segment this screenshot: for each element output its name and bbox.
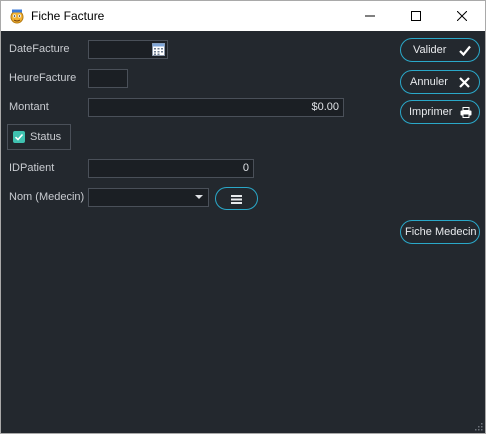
doctor-sheet-label: Fiche Medecin (405, 226, 477, 238)
minimize-button[interactable] (347, 1, 393, 31)
status-checkbox[interactable] (13, 131, 25, 143)
calendar-icon[interactable] (152, 43, 165, 56)
status-checkbox-group[interactable]: Status (7, 124, 71, 150)
minimize-icon (365, 15, 375, 17)
print-button[interactable]: Imprimer (400, 100, 480, 124)
close-window-button[interactable] (439, 1, 485, 31)
window-title: Fiche Facture (31, 9, 105, 23)
time-field[interactable] (88, 69, 128, 88)
patient-field[interactable]: 0 (88, 159, 254, 178)
date-field[interactable] (88, 40, 168, 59)
check-icon (459, 45, 471, 56)
date-label: DateFacture (9, 43, 70, 55)
close-icon (459, 77, 470, 88)
validate-label: Valider (413, 44, 447, 56)
title-bar: Fiche Facture (1, 1, 485, 31)
time-label: HeureFacture (9, 72, 77, 84)
printer-icon (460, 107, 472, 118)
maximize-icon (411, 11, 421, 21)
menu-icon (231, 195, 242, 204)
check-icon (14, 133, 24, 141)
amount-label: Montant (9, 101, 49, 113)
print-label: Imprimer (409, 106, 453, 118)
patient-label: IDPatient (9, 162, 55, 174)
amount-field[interactable]: $0.00 (88, 98, 344, 117)
window: Fiche Facture DateFacture HeureFacture M… (0, 0, 486, 434)
doctor-sheet-button[interactable]: Fiche Medecin (400, 220, 480, 244)
chevron-down-icon[interactable] (195, 195, 203, 199)
validate-button[interactable]: Valider (400, 38, 480, 62)
doctor-label: Nom (Medecin) (9, 191, 85, 203)
resize-grip-icon[interactable] (473, 421, 483, 431)
cancel-label: Annuler (410, 76, 448, 88)
maximize-button[interactable] (393, 1, 439, 31)
doctor-combobox[interactable] (88, 188, 209, 207)
doctor-list-button[interactable] (215, 187, 258, 210)
app-icon (10, 9, 24, 24)
status-label: Status (30, 131, 62, 143)
close-window-icon (457, 11, 467, 21)
cancel-button[interactable]: Annuler (400, 70, 480, 94)
